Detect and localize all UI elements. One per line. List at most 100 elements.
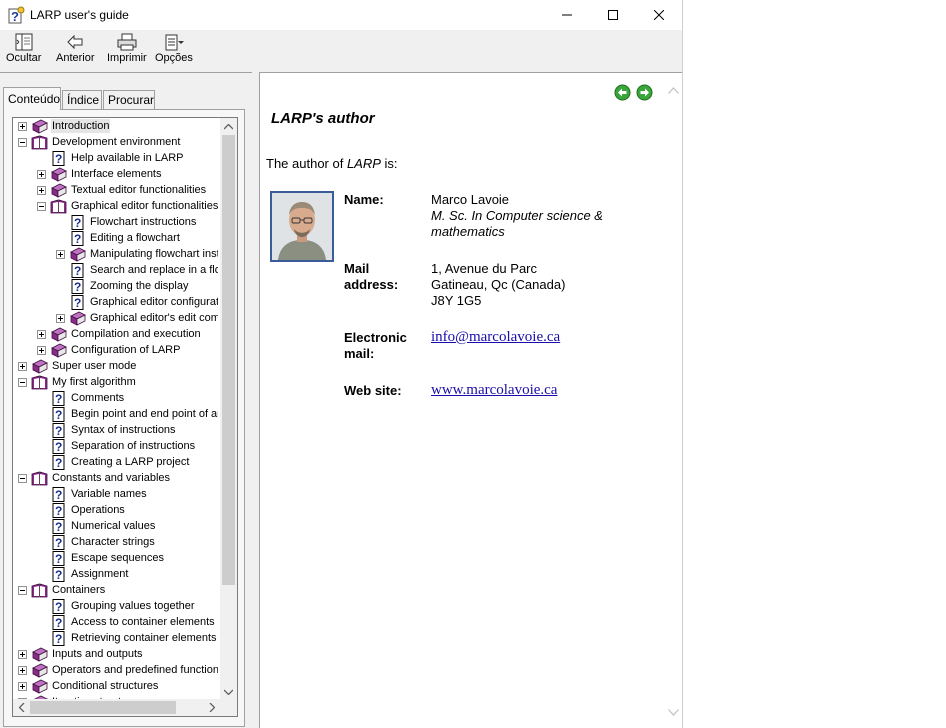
tree-topic[interactable]: ? Creating a LARP project xyxy=(37,454,190,470)
tree-book[interactable]: Development environment xyxy=(18,134,181,150)
tree-topic[interactable]: ? Syntax of instructions xyxy=(37,422,177,438)
website-link[interactable]: www.marcolavoie.ca xyxy=(431,382,557,398)
tree-topic[interactable]: ? Search and replace in a flo xyxy=(56,262,218,278)
email-link[interactable]: info@marcolavoie.ca xyxy=(431,329,560,345)
tree-horizontal-scrollbar[interactable] xyxy=(13,699,237,716)
tree-topic[interactable]: ? Editing a flowchart xyxy=(56,230,181,246)
collapse-icon[interactable] xyxy=(18,137,27,147)
collapse-icon[interactable] xyxy=(18,585,27,595)
tree-topic[interactable]: ? Assignment xyxy=(37,566,129,582)
tree-book[interactable]: Graphical editor functionalities xyxy=(37,198,218,214)
tree-node-label: Development environment xyxy=(52,136,181,148)
tree-topic[interactable]: ? Help available in LARP xyxy=(37,150,185,166)
open-book-icon xyxy=(31,582,48,597)
scroll-up-arrow[interactable] xyxy=(220,118,237,135)
collapse-icon[interactable] xyxy=(37,201,46,211)
tree-book[interactable]: Inputs and outputs xyxy=(18,646,144,662)
help-page-icon: ? xyxy=(71,262,84,278)
email-label-2: mail: xyxy=(344,346,375,361)
expand-icon[interactable] xyxy=(18,665,27,675)
tree-topic[interactable]: ? Access to container elements xyxy=(37,614,216,630)
tree-topic[interactable]: ? Zooming the display xyxy=(56,278,189,294)
tab-index[interactable]: Índice xyxy=(62,90,102,109)
content-scroll-down-arrow[interactable] xyxy=(665,704,682,721)
tree-node-label: Separation of instructions xyxy=(71,440,196,452)
expand-icon[interactable] xyxy=(18,121,27,131)
expand-icon[interactable] xyxy=(37,345,46,355)
scroll-left-arrow[interactable] xyxy=(13,699,30,716)
tree-node-label: Retrieving container elements xyxy=(71,632,217,644)
contents-tree: Introduction Development environment ? Help… xyxy=(12,117,238,717)
tab-search[interactable]: Procurar xyxy=(103,90,155,109)
tree-book[interactable]: Manipulating flowchart inst xyxy=(56,246,218,262)
content-scroll-up-arrow[interactable] xyxy=(665,82,682,99)
expand-icon[interactable] xyxy=(37,185,46,195)
tree-hscroll-thumb[interactable] xyxy=(30,701,176,714)
scroll-down-arrow[interactable] xyxy=(220,683,237,700)
tree-topic[interactable]: ? Comments xyxy=(37,390,125,406)
page-title: LARP's author xyxy=(271,110,375,127)
tree-node-label: Creating a LARP project xyxy=(71,456,190,468)
maximize-button[interactable] xyxy=(590,0,636,30)
tree-book[interactable]: Super user mode xyxy=(18,358,137,374)
expand-icon[interactable] xyxy=(56,249,65,259)
tree-topic[interactable]: ? Separation of instructions xyxy=(37,438,196,454)
collapse-icon[interactable] xyxy=(18,377,27,387)
tree-vertical-scrollbar[interactable] xyxy=(220,118,237,700)
tree-book[interactable]: Conditional structures xyxy=(18,678,159,694)
back-button[interactable]: Anterior xyxy=(56,32,95,70)
closed-book-icon xyxy=(32,663,48,678)
previous-topic-icon[interactable] xyxy=(614,84,631,101)
expand-icon[interactable] xyxy=(18,681,27,691)
tree-book[interactable]: Introduction xyxy=(18,118,111,134)
collapse-icon[interactable] xyxy=(18,473,27,483)
tree-topic[interactable]: ? Operations xyxy=(37,502,126,518)
contents-tab-panel: Introduction Development environment ? Help… xyxy=(3,109,245,727)
tree-topic[interactable]: ? Escape sequences xyxy=(37,550,165,566)
mail-address-label-2: address: xyxy=(344,277,399,292)
tree-topic[interactable]: ? Graphical editor configurati xyxy=(56,294,218,310)
navigation-pane: Conteúdo Índice Procurar Introduction Dev… xyxy=(0,72,252,728)
expand-icon[interactable] xyxy=(18,649,27,659)
tree-node-label: Escape sequences xyxy=(71,552,164,564)
tree-book[interactable]: Containers xyxy=(18,582,106,598)
options-button[interactable]: Opções xyxy=(155,32,193,70)
tree-topic[interactable]: ? Retrieving container elements xyxy=(37,630,218,646)
tree-topic[interactable]: ? Begin point and end point of ar xyxy=(37,406,218,422)
tree-topic[interactable]: ? Numerical values xyxy=(37,518,156,534)
expand-icon[interactable] xyxy=(56,313,65,323)
tree-book[interactable]: Constants and variables xyxy=(18,470,171,486)
help-page-icon: ? xyxy=(71,230,84,246)
tree-topic[interactable]: ? Character strings xyxy=(37,534,156,550)
scroll-right-arrow[interactable] xyxy=(203,699,220,716)
tree-scroll-thumb[interactable] xyxy=(222,135,235,585)
expand-icon[interactable] xyxy=(37,329,46,339)
tree-book[interactable]: My first algorithm xyxy=(18,374,137,390)
tree-topic[interactable]: ? Grouping values together xyxy=(37,598,196,614)
expand-icon[interactable] xyxy=(18,361,27,371)
closed-book-icon xyxy=(51,327,67,342)
next-topic-icon[interactable] xyxy=(636,84,653,101)
tree-book[interactable]: Textual editor functionalities xyxy=(37,182,207,198)
tree-topic[interactable]: ? Variable names xyxy=(37,486,148,502)
tree-topic[interactable]: ? Flowchart instructions xyxy=(56,214,197,230)
content-vertical-scrollbar[interactable] xyxy=(663,73,682,727)
minimize-button[interactable] xyxy=(544,0,590,30)
intro-after: is: xyxy=(380,156,398,171)
tree-book[interactable]: Graphical editor's edit comi xyxy=(56,310,218,326)
close-button[interactable] xyxy=(636,0,682,30)
svg-text:?: ? xyxy=(55,536,62,550)
tab-contents[interactable]: Conteúdo xyxy=(3,87,61,110)
website-link-wrap: www.marcolavoie.ca xyxy=(431,382,557,398)
tree-book[interactable]: Compilation and execution xyxy=(37,326,202,342)
tree-book[interactable]: Interface elements xyxy=(37,166,163,182)
print-button[interactable]: Imprimir xyxy=(107,32,147,70)
tree-book[interactable]: Operators and predefined functions xyxy=(18,662,218,678)
expand-icon[interactable] xyxy=(37,169,46,179)
hide-button[interactable]: Ocultar xyxy=(6,32,41,70)
tree-node-label: Numerical values xyxy=(71,520,156,532)
svg-text:?: ? xyxy=(55,392,62,406)
tree-node-label: Variable names xyxy=(71,488,147,500)
tree-book[interactable]: Configuration of LARP xyxy=(37,342,181,358)
tab-search-label: Procurar xyxy=(108,93,155,107)
